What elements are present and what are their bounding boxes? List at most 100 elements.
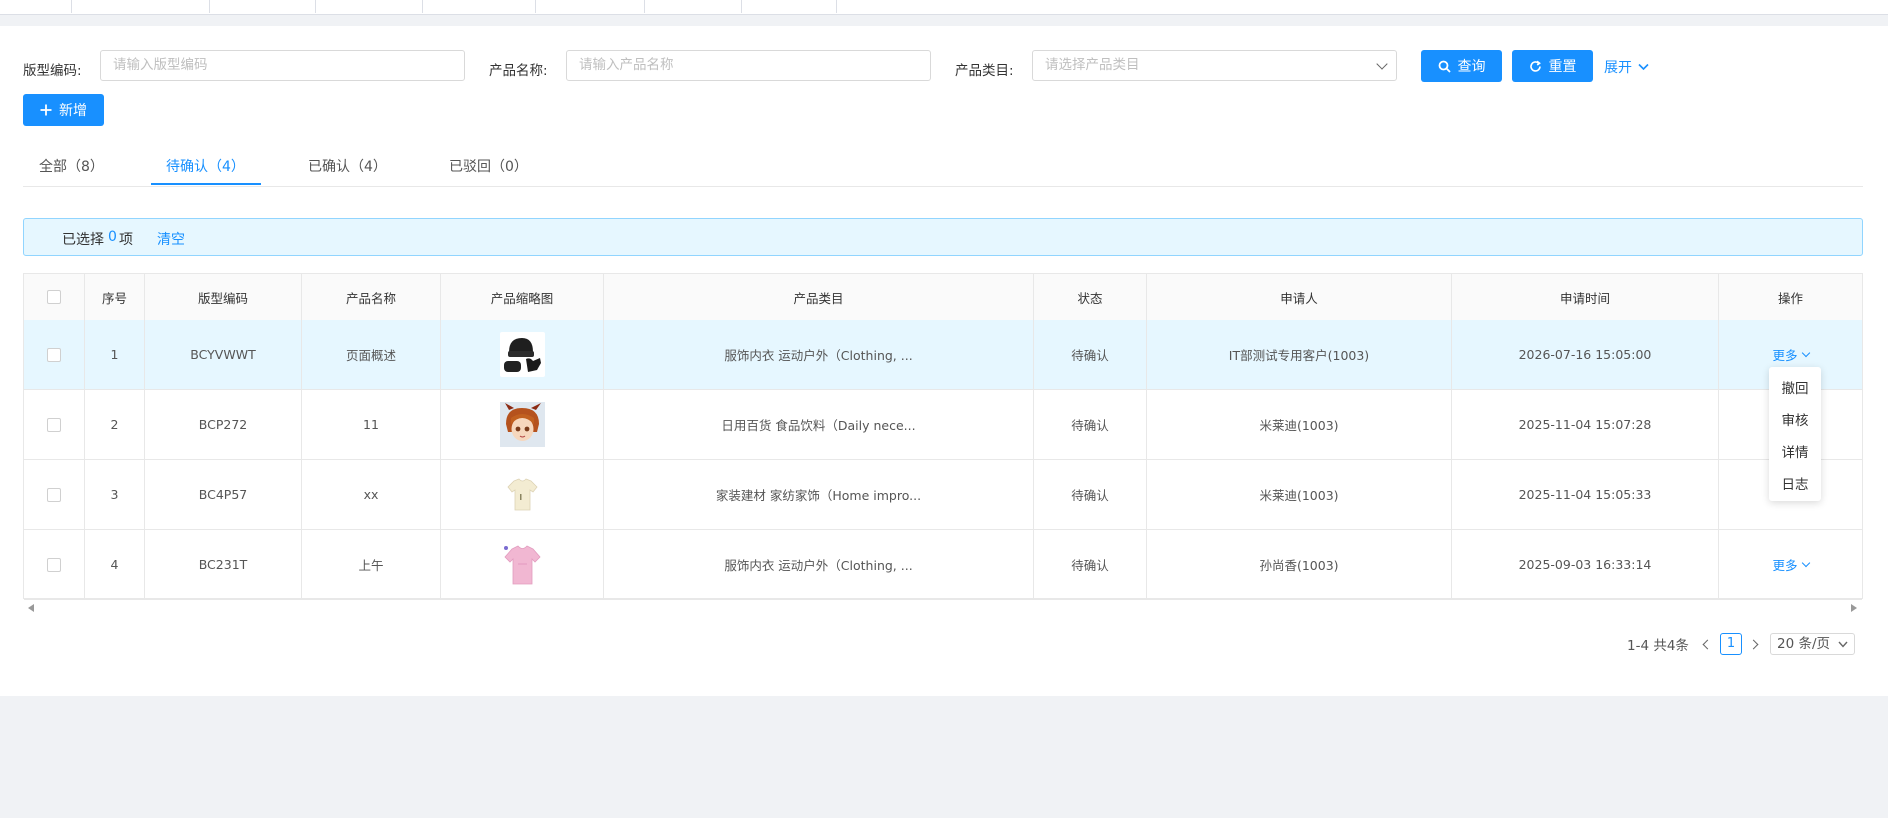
row-time: 2025-09-03 16:33:14 (1452, 530, 1719, 599)
code-input[interactable]: 请输入版型编码 (100, 50, 465, 81)
row-category: 日用百货 食品饮料（Daily nece... (604, 390, 1034, 459)
header-category: 产品类目 (604, 274, 1034, 320)
clear-selection-link[interactable]: 清空 (157, 229, 185, 249)
top-tab[interactable] (0, 0, 72, 13)
table-row[interactable]: 2 BCP272 11 日用百货 食品饮料（Daily nece... 待确认 (24, 390, 1862, 460)
more-actions-dropdown: 撤回 审核 详情 日志 (1769, 367, 1821, 501)
product-thumbnail[interactable] (499, 332, 545, 377)
row-applicant: 米莱迪(1003) (1147, 390, 1452, 459)
header-applicant: 申请人 (1147, 274, 1452, 320)
row-checkbox[interactable] (47, 347, 61, 362)
header-name: 产品名称 (302, 274, 441, 320)
row-actions-cell: 更多 (1719, 530, 1862, 599)
row-name: 11 (302, 390, 441, 459)
thumbnail-cell (441, 460, 604, 529)
selection-suffix: 项 (119, 232, 133, 248)
chevron-down-icon (1376, 58, 1388, 70)
selection-alert: 已选择 0 项 清空 (23, 218, 1863, 256)
more-actions-link[interactable]: 更多 (1772, 345, 1810, 364)
chevron-down-icon (1838, 641, 1848, 648)
search-button-label: 查询 (1457, 59, 1486, 75)
menu-item-log[interactable]: 日志 (1769, 473, 1821, 493)
page-1-button[interactable]: 1 (1720, 633, 1742, 655)
row-checkbox[interactable] (47, 417, 61, 432)
menu-item-details[interactable]: 详情 (1769, 441, 1821, 461)
reset-button-label: 重置 (1548, 59, 1577, 75)
row-index: 1 (85, 320, 145, 389)
more-label: 更多 (1772, 558, 1798, 573)
anime-character-image (499, 402, 545, 447)
row-checkbox-cell (24, 390, 85, 459)
add-button-label: 新增 (59, 103, 87, 119)
reset-button[interactable]: 重置 (1512, 50, 1593, 82)
top-tab[interactable] (423, 0, 536, 13)
row-name: 上午 (302, 530, 441, 599)
search-button[interactable]: 查询 (1421, 50, 1502, 82)
menu-item-withdraw[interactable]: 撤回 (1769, 377, 1821, 397)
top-tab[interactable] (536, 0, 645, 13)
row-index: 3 (85, 460, 145, 529)
row-category: 服饰内衣 运动户外（Clothing, ... (604, 320, 1034, 389)
row-code: BC231T (145, 530, 302, 599)
thumbnail-cell (441, 530, 604, 599)
top-tab[interactable] (210, 0, 316, 13)
page-size-select[interactable]: 20 条/页 (1770, 633, 1855, 655)
row-category: 家装建材 家纺家饰（Home impro... (604, 460, 1034, 529)
tab-confirmed[interactable]: 已确认（4） (308, 156, 387, 176)
product-thumbnail[interactable] (499, 472, 545, 517)
tshirt-image (506, 478, 538, 511)
category-select[interactable]: 请选择产品类目 (1032, 50, 1397, 81)
code-label: 版型编码: (23, 63, 82, 79)
selection-count: 0 (108, 229, 117, 245)
more-actions-link[interactable]: 更多 (1772, 555, 1810, 574)
thumbnail-cell (441, 390, 604, 459)
add-button[interactable]: 新增 (23, 94, 104, 126)
header-checkbox-cell (24, 274, 85, 320)
tab-rejected[interactable]: 已驳回（0） (449, 156, 528, 176)
product-thumbnail[interactable] (499, 402, 545, 447)
category-label: 产品类目: (955, 63, 1014, 79)
chevron-down-icon (1801, 558, 1810, 568)
top-tab[interactable] (316, 0, 423, 13)
header-status: 状态 (1034, 274, 1147, 320)
scroll-left-icon[interactable] (28, 604, 34, 612)
menu-item-review[interactable]: 审核 (1769, 409, 1821, 429)
horizontal-scrollbar[interactable] (23, 598, 1863, 617)
tab-all[interactable]: 全部（8） (39, 156, 104, 176)
chevron-down-icon (1638, 63, 1649, 71)
row-applicant: IT部测试专用客户(1003) (1147, 320, 1452, 389)
top-tab[interactable] (72, 0, 210, 13)
top-tab-active[interactable] (742, 0, 837, 13)
table-row[interactable]: 4 BC231T 上午 服饰内衣 运动户外（Clothing, ... 待确认 … (24, 530, 1862, 600)
header-code: 版型编码 (145, 274, 302, 320)
row-time: 2025-11-04 15:05:33 (1452, 460, 1719, 529)
row-time: 2025-11-04 15:07:28 (1452, 390, 1719, 459)
row-checkbox-cell (24, 460, 85, 529)
row-status: 待确认 (1034, 320, 1147, 389)
select-all-checkbox[interactable] (47, 290, 61, 304)
table-row[interactable]: 3 BC4P57 xx 家装建材 家纺家饰（Home impro... 待确认 … (24, 460, 1862, 530)
top-tab[interactable] (645, 0, 742, 13)
reload-icon (1529, 60, 1541, 72)
row-checkbox-cell (24, 320, 85, 389)
row-status: 待确认 (1034, 530, 1147, 599)
tab-pending[interactable]: 待确认（4） (166, 156, 245, 176)
table-row[interactable]: 1 BCYVWWT 页面概述 服饰内衣 运动户外（Clothing, ... 待… (24, 320, 1862, 390)
category-placeholder: 请选择产品类目 (1045, 57, 1140, 73)
name-input[interactable]: 请输入产品名称 (566, 50, 931, 81)
row-category: 服饰内衣 运动户外（Clothing, ... (604, 530, 1034, 599)
row-checkbox[interactable] (47, 557, 61, 572)
header-time: 申请时间 (1452, 274, 1719, 320)
expand-toggle[interactable]: 展开 (1604, 57, 1649, 77)
pink-shirt-image (503, 545, 541, 585)
scroll-right-icon[interactable] (1851, 604, 1857, 612)
row-name: 页面概述 (302, 320, 441, 389)
active-tab-indicator (151, 183, 261, 185)
beanie-gloves-image (503, 338, 541, 372)
row-code: BCP272 (145, 390, 302, 459)
row-index: 2 (85, 390, 145, 459)
row-time: 2026-07-16 15:05:00 (1452, 320, 1719, 389)
product-thumbnail[interactable] (499, 542, 545, 587)
row-checkbox[interactable] (47, 487, 61, 502)
more-label: 更多 (1772, 348, 1798, 363)
